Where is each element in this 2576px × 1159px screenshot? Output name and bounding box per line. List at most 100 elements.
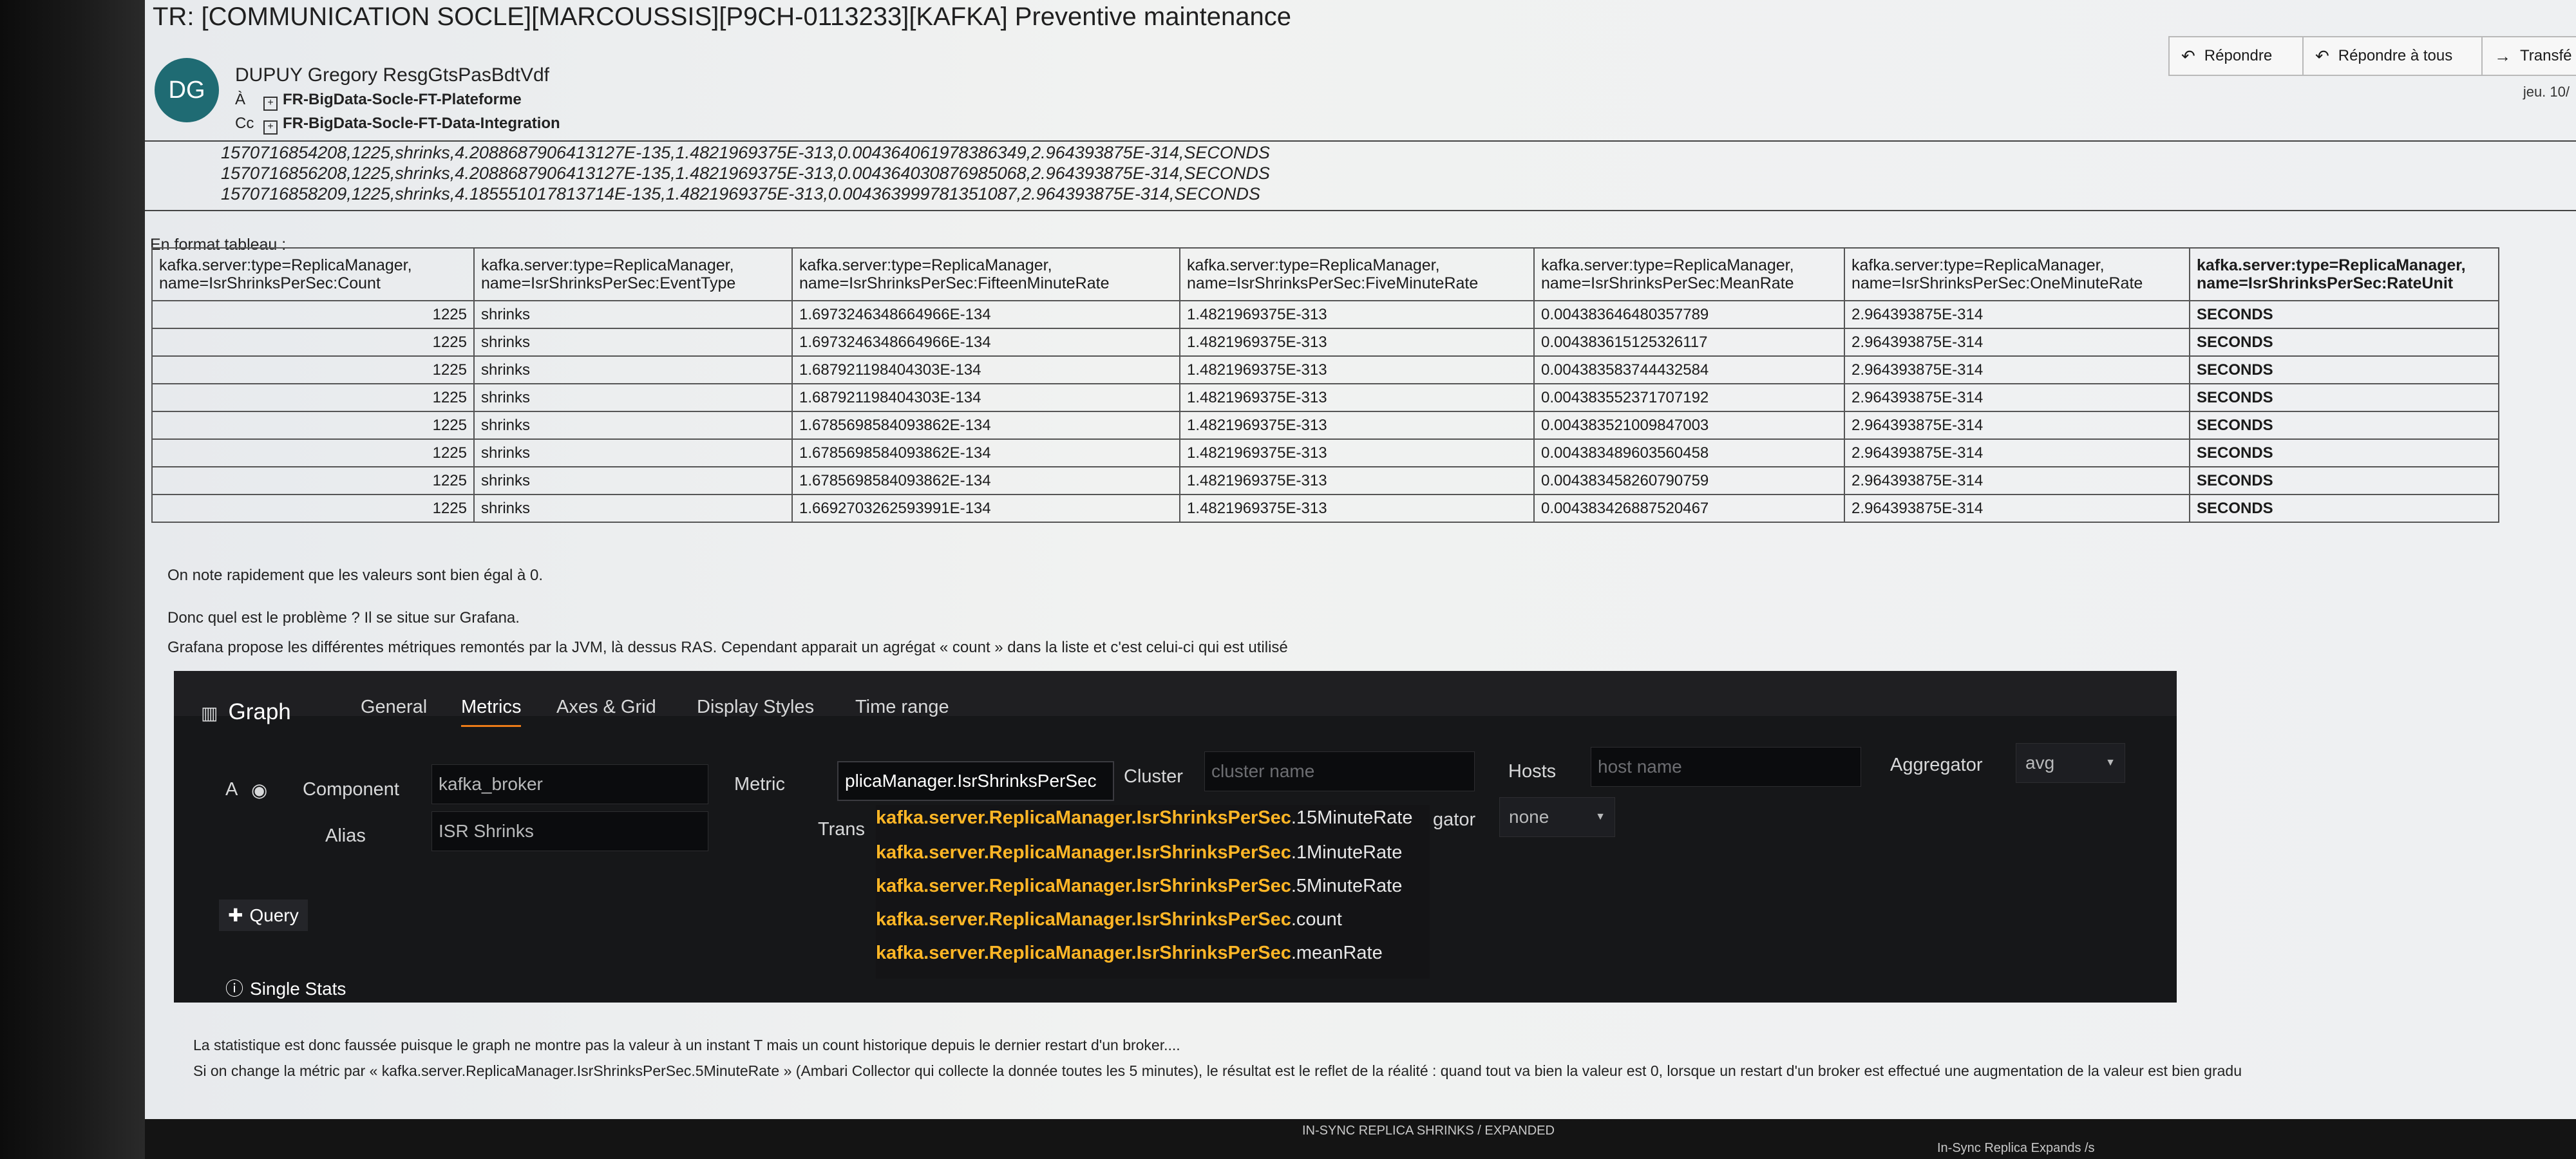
bar-chart-icon: ▥ [201,703,218,723]
cell-one-min: 2.964393875E-314 [1844,383,2190,412]
table-row: 1225 shrinks 1.6692703262593991E-134 1.4821… [151,494,2499,523]
panel-type-label: Graph [228,699,291,724]
aggregator-select[interactable]: avg ▼ [2016,743,2125,783]
body-paragraph: Si on change la métric par « kafka.serve… [193,1062,2242,1079]
reply-all-icon: ↶ [2315,46,2329,66]
body-paragraph: On note rapidement que les valeurs sont … [167,567,544,584]
expand-group-icon[interactable]: + [263,120,278,135]
hosts-placeholder: host name [1598,757,1682,777]
cell-rate-unit: SECONDS [2189,328,2499,357]
cell-one-min: 2.964393875E-314 [1844,494,2190,523]
cell-event-type: shrinks [473,411,793,440]
suggestion-item[interactable]: kafka.server.ReplicaManager.IsrShrinksPe… [876,876,1402,897]
cell-five-min: 1.4821969375E-313 [1179,466,1535,495]
cell-one-min: 2.964393875E-314 [1844,355,2190,384]
component-input[interactable]: kafka_broker [431,764,708,804]
cell-mean: 0.004383458260790759 [1533,466,1845,495]
expand-group-icon[interactable]: + [263,97,278,111]
table-header-row: kafka.server:type=ReplicaManager, name=Is… [151,247,2499,301]
table-row: 1225 shrinks 1.687921198404303E-134 1.48219… [151,383,2499,412]
single-stats-label: Single Stats [250,979,346,999]
cc-line: Cc + FR-BigData-Socle-FT-Data-Integration [235,115,560,135]
cell-fifteen-min: 1.6973246348664966E-134 [791,300,1180,329]
cell-fifteen-min: 1.687921198404303E-134 [791,383,1180,412]
body-paragraph: Grafana propose les différentes métrique… [167,639,1288,656]
aggregator-label: Aggregator [1890,755,1983,775]
plus-icon: ✚ [228,905,243,925]
cluster-label: Cluster [1124,766,1183,787]
suggestion-item[interactable]: kafka.server.ReplicaManager.IsrShrinksPe… [876,807,1412,829]
series-aggregator-value: none [1509,807,1549,827]
forward-icon: → [2494,46,2511,66]
screen-bezel [0,0,145,1159]
add-query-label: Query [249,905,299,925]
cc-recipient[interactable]: FR-BigData-Socle-FT-Data-Integration [283,115,560,132]
cell-fifteen-min: 1.687921198404303E-134 [791,355,1180,384]
cell-fifteen-min: 1.6973246348664966E-134 [791,328,1180,357]
cell-five-min: 1.4821969375E-313 [1179,355,1535,384]
to-line: À + FR-BigData-Socle-FT-Plateforme [235,91,522,111]
email-date: jeu. 10/ [2523,84,2570,100]
add-query-button[interactable]: ✚ Query [219,900,308,931]
cell-five-min: 1.4821969375E-313 [1179,383,1535,412]
cluster-input[interactable]: cluster name [1204,751,1475,791]
cell-event-type: shrinks [473,355,793,384]
table-header-cell: kafka.server:type=ReplicaManager, name=Is… [1533,247,1845,301]
tab-time-range[interactable]: Time range [855,697,949,718]
cell-rate-unit: SECONDS [2189,355,2499,384]
to-recipient[interactable]: FR-BigData-Socle-FT-Plateforme [283,91,522,108]
cell-fifteen-min: 1.6785698584093862E-134 [791,411,1180,440]
table-header-cell: kafka.server:type=ReplicaManager, name=Is… [2189,247,2499,301]
cell-event-type: shrinks [473,328,793,357]
cell-mean: 0.004383552371707192 [1533,383,1845,412]
metric-suggestions: kafka.server.ReplicaManager.IsrShrinksPe… [876,805,1430,979]
cc-label: Cc [235,115,254,132]
forward-button[interactable]: → Transfé [2481,36,2576,76]
body-paragraph: Donc quel est le problème ? Il se situe … [167,609,520,627]
suggestion-item[interactable]: kafka.server.ReplicaManager.IsrShrinksPe… [876,943,1383,964]
tab-display-styles[interactable]: Display Styles [697,697,814,718]
cell-fifteen-min: 1.6692703262593991E-134 [791,494,1180,523]
chevron-down-icon: ▼ [2105,757,2116,768]
sender-name[interactable]: DUPUY Gregory ResgGtsPasBdtVdf [235,64,549,86]
info-icon: ⓘ [225,979,244,999]
grafana-metrics-editor: ▥ Graph General Metrics Axes & Grid Displ… [174,671,2177,1003]
sender-avatar[interactable]: DG [155,58,219,122]
cell-mean: 0.004383426887520467 [1533,494,1845,523]
table-header-cell: kafka.server:type=ReplicaManager, name=Is… [1179,247,1535,301]
cell-mean: 0.004383615125326117 [1533,328,1845,357]
eye-icon[interactable]: ◉ [251,779,267,802]
series-aggregator-select[interactable]: none ▼ [1499,797,1615,837]
suggestion-item[interactable]: kafka.server.ReplicaManager.IsrShrinksPe… [876,909,1342,930]
table-row: 1225 shrinks 1.6785698584093862E-134 1.4821… [151,411,2499,440]
cell-five-min: 1.4821969375E-313 [1179,328,1535,357]
cell-event-type: shrinks [473,494,793,523]
metric-input[interactable]: plicaManager.IsrShrinksPerSec [837,761,1114,801]
body-paragraph: La statistique est donc faussée puisque … [193,1037,1180,1053]
cell-count: 1225 [151,438,475,467]
cell-one-min: 2.964393875E-314 [1844,300,2190,329]
cell-event-type: shrinks [473,466,793,495]
cell-fifteen-min: 1.6785698584093862E-134 [791,466,1180,495]
transform-label: Trans [818,819,866,840]
cell-mean: 0.004383583744432584 [1533,355,1845,384]
reply-label: Répondre [2204,47,2273,64]
reply-all-button[interactable]: ↶ Répondre à tous [2302,36,2483,76]
hosts-input[interactable]: host name [1591,747,1861,787]
hosts-label: Hosts [1508,761,1557,782]
cell-five-min: 1.4821969375E-313 [1179,438,1535,467]
tab-metrics[interactable]: Metrics [461,697,522,727]
single-stats-toggle[interactable]: ⓘ Single Stats [225,975,346,1001]
cell-count: 1225 [151,466,475,495]
table-header-cell: kafka.server:type=ReplicaManager, name=Is… [473,247,793,301]
tab-general[interactable]: General [361,697,427,718]
tab-axes-grid[interactable]: Axes & Grid [556,697,656,718]
alias-input[interactable]: ISR Shrinks [431,811,708,851]
query-letter[interactable]: A [225,779,238,800]
suggestion-item[interactable]: kafka.server.ReplicaManager.IsrShrinksPe… [876,842,1402,863]
forward-label: Transfé [2520,47,2572,64]
table-header-cell: kafka.server:type=ReplicaManager, name=Is… [1844,247,2190,301]
reply-button[interactable]: ↶ Répondre [2168,36,2304,76]
email-subject: TR: [COMMUNICATION SOCLE][MARCOUSSIS][P9… [153,3,1291,31]
quoted-line: 1570716856208,1225,shrinks,4.20886879064… [221,164,1270,183]
